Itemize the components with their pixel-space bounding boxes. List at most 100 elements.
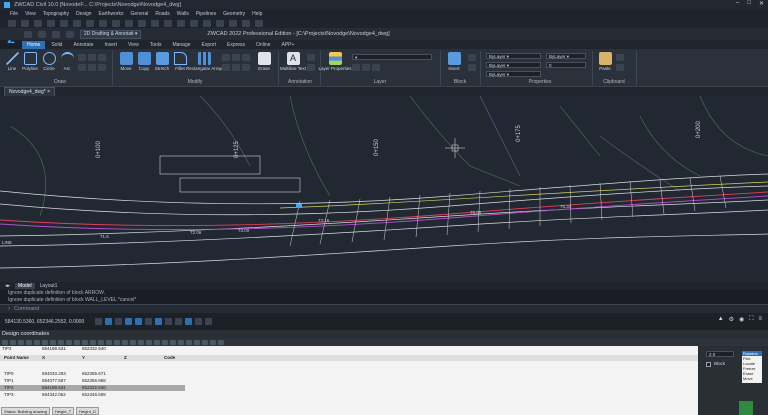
annotation-tool-icon[interactable] (307, 64, 315, 71)
block-tool-icon[interactable] (468, 64, 476, 71)
line-button[interactable]: Line (3, 52, 21, 71)
tool-icon[interactable] (203, 19, 211, 27)
panel-tool-icon[interactable] (194, 340, 200, 345)
tab-layout1[interactable]: Layout1 (37, 283, 61, 289)
tab-tools[interactable]: Tools (145, 41, 167, 49)
undo-icon[interactable] (66, 30, 74, 38)
menu-earthworks[interactable]: Earthworks (99, 11, 124, 17)
color-select[interactable]: ByLayer ▾ (486, 53, 541, 59)
table-row[interactable]: TIP3 584342.062 652346.608 (0, 392, 698, 398)
menu-roads[interactable]: Roads (155, 11, 169, 17)
close-tab-icon[interactable]: × (47, 89, 50, 95)
lineweight-toggle-icon[interactable] (155, 318, 163, 325)
draw-tool-icon[interactable] (88, 54, 96, 61)
panel-tool-icon[interactable] (98, 340, 104, 345)
menu-pipelines[interactable]: Pipelines (196, 11, 216, 17)
panel-tool-icon[interactable] (50, 340, 56, 345)
tool-icon[interactable] (190, 19, 198, 27)
workspace-icon[interactable]: ⚙ (729, 316, 734, 323)
annotation-tool-icon[interactable] (307, 54, 315, 61)
tab-manage[interactable]: Manage (167, 41, 195, 49)
compass-icon[interactable] (739, 401, 753, 415)
modify-tool-icon[interactable] (222, 54, 230, 61)
snap-toggle-icon[interactable] (95, 318, 103, 325)
panel-tool-icon[interactable] (82, 340, 88, 345)
isolate-icon[interactable]: ◉ (739, 316, 744, 323)
dyn-toggle-icon[interactable] (165, 318, 173, 325)
panel-tool-icon[interactable] (146, 340, 152, 345)
erase-button[interactable]: Erase (255, 52, 273, 71)
menu-walls[interactable]: Walls (177, 11, 189, 17)
otrack-toggle-icon[interactable] (145, 318, 153, 325)
panel-tool-icon[interactable] (162, 340, 168, 345)
tool-icon[interactable] (138, 19, 146, 27)
tool-icon[interactable] (34, 19, 42, 27)
menu-design[interactable]: Design (76, 11, 92, 17)
status-tab[interactable]: Status: Building drawing (1, 407, 50, 415)
drawing-canvas[interactable]: 0+100 0+125 0+150 0+175 0+200 72.06 73.0… (0, 96, 768, 282)
layer-tool-icon[interactable] (372, 64, 380, 71)
polar-toggle-icon[interactable] (125, 318, 133, 325)
layer-tool-icon[interactable] (362, 64, 370, 71)
tab-model[interactable]: Model (15, 283, 35, 289)
tool-icon[interactable] (60, 19, 68, 27)
panel-tool-icon[interactable] (114, 340, 120, 345)
tool-icon[interactable] (125, 19, 133, 27)
insert-block-button[interactable]: Insert (445, 52, 463, 71)
modify-tool-icon[interactable] (222, 64, 230, 71)
layer-select[interactable]: ▾ (352, 54, 432, 60)
copy-clip-icon[interactable] (616, 64, 624, 71)
osnap-toggle-icon[interactable] (135, 318, 143, 325)
open-icon[interactable] (38, 30, 46, 38)
tool-icon[interactable] (151, 19, 159, 27)
property-select[interactable]: ByLayer ▾ (546, 53, 586, 59)
tool-icon[interactable] (86, 19, 94, 27)
modify-tool-icon[interactable] (242, 54, 250, 61)
tab-app-plus[interactable]: APP+ (277, 41, 300, 49)
copy-button[interactable]: Copy (135, 52, 153, 71)
road-drawing[interactable]: 0+100 0+125 0+150 0+175 0+200 72.06 73.0… (0, 96, 768, 282)
panel-tool-icon[interactable] (154, 340, 160, 345)
table-row[interactable]: TIP1 584077.567 652356.968 (0, 378, 698, 384)
multiline-text-button[interactable]: A Multiline Text (280, 52, 306, 71)
rectangular-array-button[interactable]: Rectangular Array (186, 52, 222, 71)
panel-tool-icon[interactable] (42, 340, 48, 345)
customize-icon[interactable]: ≡ (758, 316, 762, 323)
panel-tool-icon[interactable] (130, 340, 136, 345)
panel-tool-icon[interactable] (18, 340, 24, 345)
tool-icon[interactable] (242, 19, 250, 27)
close-icon[interactable]: ✕ (759, 0, 764, 7)
stretch-button[interactable]: Stretch (153, 52, 171, 71)
paste-button[interactable]: Paste (596, 52, 614, 71)
table-row-selected[interactable]: TIP2 584189.531 652332.540 (0, 385, 185, 391)
move-button[interactable]: Move (117, 52, 135, 71)
tool-icon[interactable] (229, 19, 237, 27)
tab-annotate[interactable]: Annotate (68, 41, 98, 49)
tab-express[interactable]: Express (222, 41, 250, 49)
nav-arrows-icon[interactable]: ◂▸ (2, 283, 13, 289)
tab-online[interactable]: Online (251, 41, 275, 49)
table-row[interactable]: TIP0 584033.293 652365.671 (0, 371, 698, 377)
tool-toggle-icon[interactable] (195, 318, 203, 325)
modify-tool-icon[interactable] (232, 64, 240, 71)
panel-tool-icon[interactable] (26, 340, 32, 345)
modify-tool-icon[interactable] (242, 64, 250, 71)
draw-tool-icon[interactable] (78, 64, 86, 71)
block-tool-icon[interactable] (468, 54, 476, 61)
tool-toggle-icon[interactable] (205, 318, 213, 325)
panel-tool-icon[interactable] (74, 340, 80, 345)
panel-tool-icon[interactable] (90, 340, 96, 345)
panel-tool-icon[interactable] (138, 340, 144, 345)
tool-icon[interactable] (47, 19, 55, 27)
grid-toggle-icon[interactable] (105, 318, 113, 325)
tab-export[interactable]: Export (197, 41, 221, 49)
tool-icon[interactable] (21, 19, 29, 27)
status-tab[interactable]: Height_T (51, 407, 75, 415)
tab-insert[interactable]: Insert (100, 41, 123, 49)
circle-button[interactable]: Circle (40, 52, 58, 71)
arc-button[interactable]: Arc (58, 52, 76, 71)
command-line[interactable]: › Command (0, 304, 768, 313)
lineweight-select[interactable]: ByLayer ▾ (486, 71, 541, 77)
panel-tool-icon[interactable] (210, 340, 216, 345)
layer-tool-icon[interactable] (352, 64, 360, 71)
